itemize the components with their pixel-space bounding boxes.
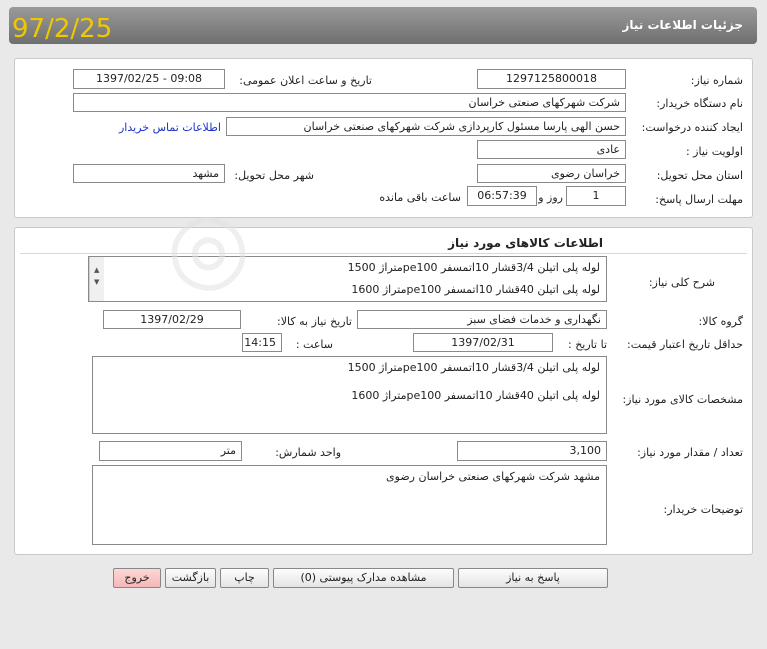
remaining-word: ساعت باقی مانده xyxy=(379,191,461,204)
back-button[interactable]: بازگشت xyxy=(165,568,216,588)
city-label: شهر محل تحویل: xyxy=(234,169,314,182)
announce-field: 1397/02/25 - 09:08 xyxy=(73,69,225,89)
deadline-days-field: 1 xyxy=(566,186,626,206)
time-field: 14:15 xyxy=(242,333,282,352)
specs-textarea[interactable]: لوله پلی اتیلن 3/4قشار 10اتمسفر pe100متر… xyxy=(92,356,607,434)
creator-label: ایجاد کننده درخواست: xyxy=(641,121,743,134)
summary-label: شرح کلی نیاز: xyxy=(648,276,715,289)
priority-label: اولویت نیاز : xyxy=(685,145,743,158)
announce-label: تاریخ و ساعت اعلان عمومی: xyxy=(239,74,372,87)
time-label: ساعت : xyxy=(295,338,333,351)
qty-field: 3,100 xyxy=(457,441,607,461)
notes-textarea[interactable]: مشهد شرکت شهرکهای صنعتی خراسان رضوی xyxy=(92,465,607,545)
page-title: جزئیات اطلاعات نیاز xyxy=(622,18,743,32)
reply-button[interactable]: پاسخ به نیاز xyxy=(458,568,608,588)
summary-scrollbar[interactable]: ▲ ▼ xyxy=(89,257,104,301)
buyer-org-label: نام دستگاه خریدار: xyxy=(656,97,743,110)
specs-label: مشخصات کالای مورد نیاز: xyxy=(622,393,743,406)
spec-line-1: لوله پلی اتیلن 3/4قشار 10اتمسفر pe100متر… xyxy=(347,361,600,374)
need-number-field: 1297125800018 xyxy=(477,69,626,89)
city-field: مشهد xyxy=(73,164,225,183)
unit-label: واحد شمارش: xyxy=(275,446,341,459)
contact-info-link[interactable]: اطلاعات تماس خریدار xyxy=(119,121,221,134)
attachments-button[interactable]: مشاهده مدارک پیوستی (0) xyxy=(273,568,454,588)
days-word: روز و xyxy=(538,191,563,204)
summary-line-2: لوله پلی اتیلن 40قشار 10اتمسفر pe100مترا… xyxy=(351,283,600,296)
goods-divider xyxy=(20,253,747,254)
need-number-label: شماره نیاز: xyxy=(690,74,743,87)
buyer-org-field: شرکت شهرکهای صنعتی خراسان xyxy=(73,93,626,112)
print-button[interactable]: چاپ xyxy=(220,568,269,588)
need-date-label: تاریخ نیاز به کالا: xyxy=(277,315,352,328)
date-stamp: 97/2/25 xyxy=(12,14,113,44)
group-label: گروه کالا: xyxy=(698,315,743,328)
group-field: نگهداری و خدمات فضای سبز xyxy=(357,310,607,329)
deadline-label: مهلت ارسال پاسخ: xyxy=(655,193,743,206)
until-label: تا تاریخ : xyxy=(568,338,607,351)
exit-button[interactable]: خروج xyxy=(113,568,161,588)
province-label: استان محل تحویل: xyxy=(656,169,743,182)
province-field: خراسان رضوی xyxy=(477,164,626,183)
unit-field: متر xyxy=(99,441,242,461)
deadline-time-field: 06:57:39 xyxy=(467,186,537,206)
summary-textarea[interactable]: لوله پلی اتیلن 3/4قشار 10اتمسفر pe100متر… xyxy=(88,256,607,302)
notes-label: توضیحات خریدار: xyxy=(663,503,744,516)
creator-field: حسن الهی پارسا مسئول کارپردازی شرکت شهرک… xyxy=(226,117,626,136)
title-bar: جزئیات اطلاعات نیاز xyxy=(9,7,757,44)
notes-text: مشهد شرکت شهرکهای صنعتی خراسان رضوی xyxy=(386,470,600,483)
spec-line-2: لوله پلی اتیلن 40قشار 10اتمسفر pe100مترا… xyxy=(351,389,600,402)
validity-label: حداقل تاریخ اعتبار قیمت: xyxy=(627,338,743,351)
until-date-field: 1397/02/31 xyxy=(413,333,553,352)
qty-label: تعداد / مقدار مورد نیاز: xyxy=(637,446,743,459)
scroll-down-icon[interactable]: ▼ xyxy=(94,271,99,293)
priority-field: عادی xyxy=(477,140,626,159)
goods-section-title: اطلاعات کالاهای مورد نیاز xyxy=(448,236,603,250)
need-date-field: 1397/02/29 xyxy=(103,310,241,329)
